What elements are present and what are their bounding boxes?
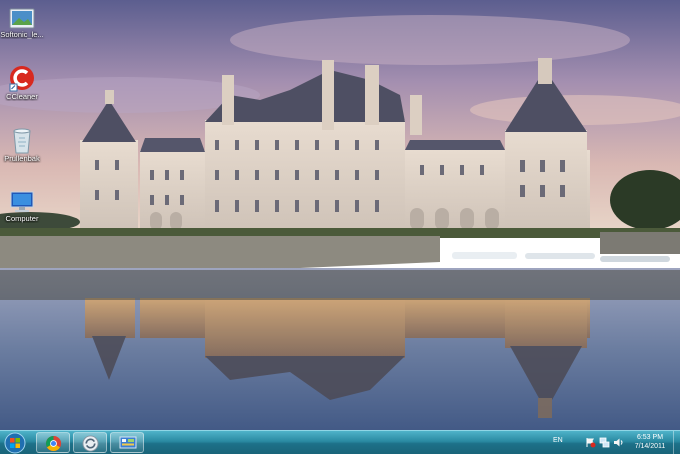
taskbar-sync-app[interactable] [73, 432, 107, 453]
desktop-icon-label: Computer [5, 214, 39, 223]
taskbar: EN 6:53 PM 7/14/2011 [0, 430, 680, 455]
ccleaner-icon [9, 66, 34, 92]
taskbar-control-panel[interactable] [110, 432, 144, 453]
recycle-bin-icon [13, 128, 31, 154]
chrome-icon [45, 435, 62, 452]
clock-time: 6:53 PM [636, 434, 664, 441]
action-center-flag-icon[interactable] [585, 437, 596, 448]
language-indicator[interactable]: EN [553, 437, 563, 444]
control-panel-icon [119, 436, 137, 449]
start-button[interactable] [3, 432, 29, 454]
desktop-icon-label: Softonic_le... [0, 30, 44, 39]
show-desktop-button[interactable] [673, 431, 680, 455]
sync-circle-icon [82, 435, 99, 452]
desktop-icon-label: CCleaner [6, 92, 38, 101]
softonic-window-icon [9, 8, 35, 29]
taskbar-chrome[interactable] [36, 432, 70, 453]
computer-icon [10, 191, 34, 212]
desktop-icon-recycle-bin[interactable]: Prullenbak [0, 126, 54, 163]
desktop-icon-computer[interactable]: Computer [0, 190, 54, 223]
volume-icon[interactable] [613, 437, 624, 448]
system-clock[interactable]: 6:53 PM 7/14/2011 [628, 433, 672, 451]
windows-orb-icon [4, 432, 26, 454]
desktop-icon-softonic[interactable]: Softonic_le... [0, 8, 54, 39]
network-icon[interactable] [599, 437, 610, 448]
desktop-wallpaper [0, 0, 680, 430]
desktop-icon-label: Prullenbak [4, 154, 40, 163]
clock-date: 7/14/2011 [634, 443, 666, 450]
desktop-icon-ccleaner[interactable]: CCleaner [0, 64, 54, 101]
